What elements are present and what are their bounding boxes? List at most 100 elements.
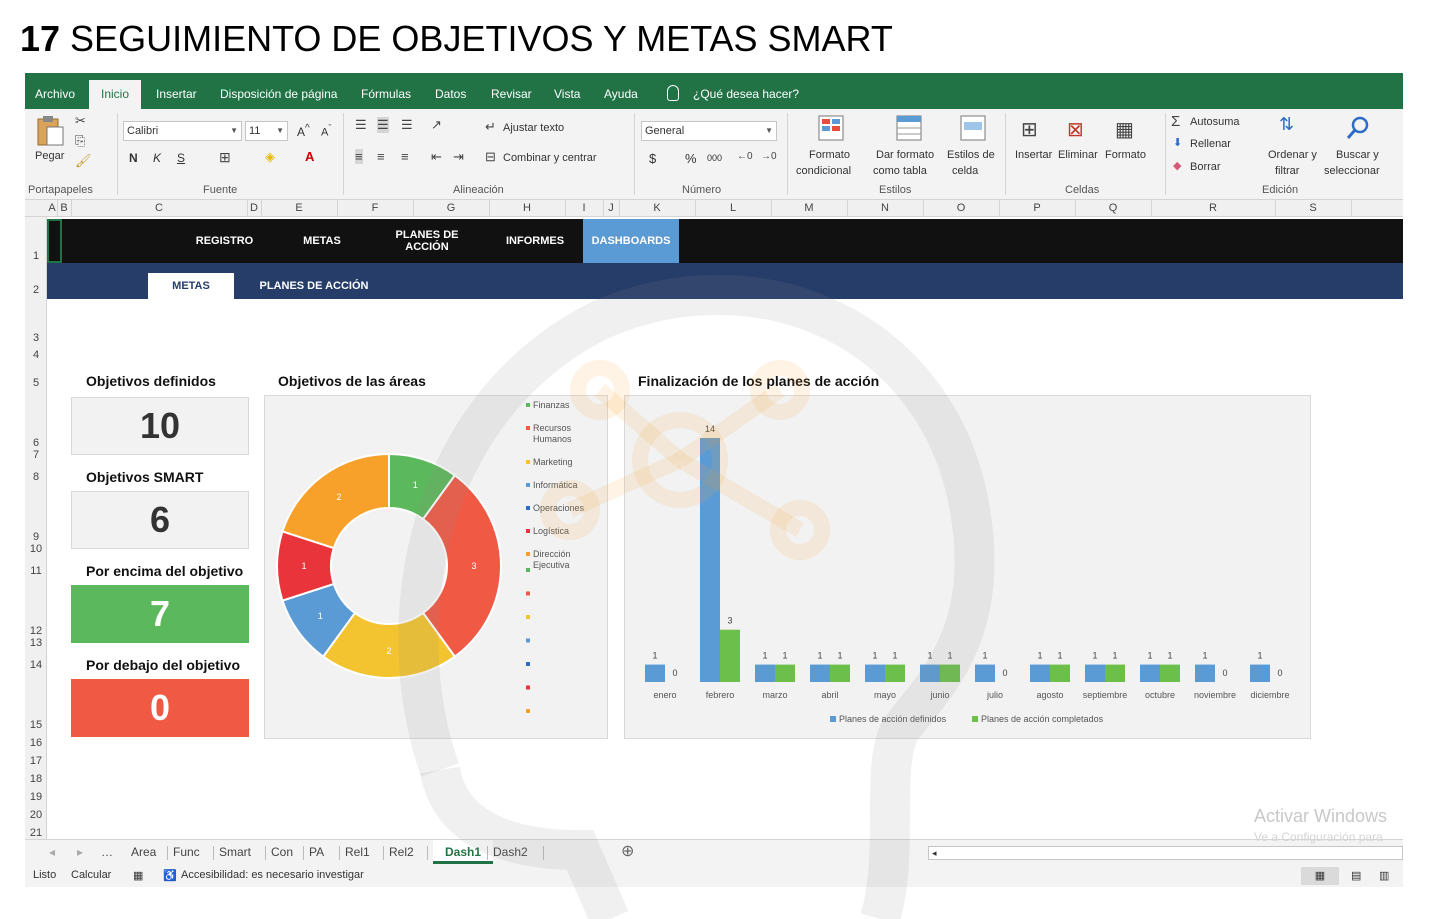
row-header-4[interactable]: 4 xyxy=(25,349,47,361)
percent-button[interactable]: % xyxy=(685,151,697,166)
scroll-left-icon[interactable]: ◂ xyxy=(932,848,937,859)
row-header-10[interactable]: 10 xyxy=(25,543,47,555)
column-header-f[interactable]: F xyxy=(337,200,413,217)
row-header-15[interactable]: 15 xyxy=(25,719,47,731)
delete-cells-button[interactable]: Eliminar xyxy=(1058,149,1098,161)
sheet-tab-pa[interactable]: PA xyxy=(309,840,324,864)
tab-ayuda[interactable]: Ayuda xyxy=(604,73,638,109)
clear-button[interactable]: Borrar xyxy=(1190,161,1221,173)
borders-icon[interactable]: ⊞ xyxy=(219,149,231,166)
row-header-19[interactable]: 19 xyxy=(25,791,47,803)
row-header-1[interactable]: 1 xyxy=(25,250,47,262)
align-middle-icon[interactable]: ☰ xyxy=(377,117,389,133)
nav-planes-accion[interactable]: PLANES DE ACCIÓN xyxy=(387,219,467,263)
sheet-tab-area[interactable]: Area xyxy=(131,840,156,864)
format-painter-icon[interactable]: 🖌 xyxy=(75,153,92,169)
row-header-20[interactable]: 20 xyxy=(25,809,47,821)
row-header-11[interactable]: 11 xyxy=(25,565,47,577)
sheet-tab-dash2[interactable]: Dash2 xyxy=(493,840,528,864)
merge-center-button[interactable]: Combinar y centrar xyxy=(503,152,597,164)
sheet-tab-rel1[interactable]: Rel1 xyxy=(345,840,370,864)
tab-formulas[interactable]: Fórmulas xyxy=(361,73,411,109)
sheet-grid[interactable]: REGISTRO METAS PLANES DE ACCIÓN INFORMES… xyxy=(47,217,1403,839)
paste-button[interactable]: Pegar xyxy=(35,150,64,162)
page-layout-view-icon[interactable]: ▤ xyxy=(1351,869,1361,882)
decrease-decimal-icon[interactable]: →0 xyxy=(761,151,777,162)
underline-button[interactable]: S xyxy=(177,151,185,165)
page-break-view-icon[interactable]: ▥ xyxy=(1379,869,1389,882)
row-header-2[interactable]: 2 xyxy=(25,284,47,296)
sheet-tab-con[interactable]: Con xyxy=(271,840,293,864)
row-header-13[interactable]: 13 xyxy=(25,637,47,649)
column-header-b[interactable]: B xyxy=(57,200,71,217)
increase-font-icon[interactable]: A^ xyxy=(297,123,310,139)
decrease-font-icon[interactable]: Aˇ xyxy=(321,123,331,139)
column-header-r[interactable]: R xyxy=(1151,200,1275,217)
column-header-d[interactable]: D xyxy=(247,200,261,217)
increase-decimal-icon[interactable]: ←0 xyxy=(737,151,753,162)
fill-color-icon[interactable]: ◈ xyxy=(265,149,275,165)
tab-datos[interactable]: Datos xyxy=(435,73,466,109)
nav-metas[interactable]: METAS xyxy=(287,219,357,263)
nav-informes[interactable]: INFORMES xyxy=(495,219,575,263)
column-header-j[interactable]: J xyxy=(603,200,619,217)
align-right-icon[interactable]: ≡ xyxy=(401,149,409,164)
more-sheets-icon[interactable]: … xyxy=(101,840,113,864)
format-cells-button[interactable]: Formato xyxy=(1105,149,1146,161)
italic-button[interactable]: K xyxy=(153,151,161,165)
fill-button[interactable]: Rellenar xyxy=(1190,138,1231,150)
row-header-9[interactable]: 9 xyxy=(25,531,47,543)
column-header-a[interactable]: A xyxy=(47,200,57,217)
row-header-12[interactable]: 12 xyxy=(25,625,47,637)
subnav-planes-accion[interactable]: PLANES DE ACCIÓN xyxy=(249,273,379,299)
tab-disposicion[interactable]: Disposición de página xyxy=(220,73,337,109)
row-header-8[interactable]: 8 xyxy=(25,471,47,483)
row-header-18[interactable]: 18 xyxy=(25,773,47,785)
find-select-button[interactable]: Buscar y xyxy=(1336,149,1379,161)
status-accessibility[interactable]: Accesibilidad: es necesario investigar xyxy=(181,869,364,881)
align-bottom-icon[interactable]: ☰ xyxy=(401,117,413,133)
normal-view-icon[interactable]: ▦ xyxy=(1301,867,1339,885)
row-header-16[interactable]: 16 xyxy=(25,737,47,749)
row-header-5[interactable]: 5 xyxy=(25,377,47,389)
column-header-e[interactable]: E xyxy=(261,200,337,217)
row-header-7[interactable]: 7 xyxy=(25,449,47,461)
row-header-17[interactable]: 17 xyxy=(25,755,47,767)
insert-cells-button[interactable]: Insertar xyxy=(1015,149,1052,161)
column-header-c[interactable]: C xyxy=(71,200,247,217)
column-header-n[interactable]: N xyxy=(847,200,923,217)
sheet-tab-func[interactable]: Func xyxy=(173,840,200,864)
status-calculate[interactable]: Calcular xyxy=(71,869,111,881)
row-header-14[interactable]: 14 xyxy=(25,659,47,671)
thousands-button[interactable]: 000 xyxy=(707,153,722,163)
add-sheet-icon[interactable]: ⊕ xyxy=(621,840,634,864)
wrap-text-button[interactable]: Ajustar texto xyxy=(503,122,564,134)
sheet-tab-smart[interactable]: Smart xyxy=(219,840,251,864)
subnav-metas[interactable]: METAS xyxy=(148,273,234,299)
column-header-s[interactable]: S xyxy=(1275,200,1351,217)
tab-revisar[interactable]: Revisar xyxy=(491,73,532,109)
column-header-q[interactable]: Q xyxy=(1075,200,1151,217)
tab-inicio[interactable]: Inicio xyxy=(89,80,142,109)
tell-me-search[interactable]: ¿Qué desea hacer? xyxy=(693,73,799,109)
column-header-p[interactable]: P xyxy=(999,200,1075,217)
paste-icon[interactable] xyxy=(35,115,65,147)
column-header-i[interactable]: I xyxy=(565,200,603,217)
orientation-icon[interactable]: ↗ xyxy=(431,117,442,133)
nav-dashboards[interactable]: DASHBOARDS xyxy=(583,219,679,263)
sort-filter-button[interactable]: Ordenar y xyxy=(1268,149,1317,161)
number-format-select[interactable]: General ▼ xyxy=(641,121,777,141)
row-header-6[interactable]: 6 xyxy=(25,437,47,449)
row-header-3[interactable]: 3 xyxy=(25,332,47,344)
column-header-h[interactable]: H xyxy=(489,200,565,217)
horizontal-scrollbar[interactable]: ◂ xyxy=(928,846,1403,860)
macro-record-icon[interactable]: ▦ xyxy=(133,869,143,882)
conditional-format-button[interactable]: Formato xyxy=(809,149,850,161)
format-table-button[interactable]: Dar formato xyxy=(876,149,934,161)
row-header-21[interactable]: 21 xyxy=(25,827,47,839)
font-name-select[interactable]: Calibri ▼ xyxy=(123,121,242,141)
tab-archivo[interactable]: Archivo xyxy=(35,73,75,109)
tab-vista[interactable]: Vista xyxy=(554,73,580,109)
column-header-o[interactable]: O xyxy=(923,200,999,217)
sheet-tab-dash1[interactable]: Dash1 xyxy=(433,840,494,864)
